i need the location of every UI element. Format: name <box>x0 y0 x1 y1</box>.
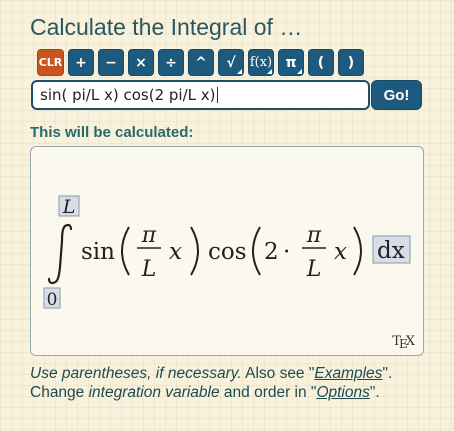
function-button[interactable]: f(x) <box>248 49 274 76</box>
two-coef: 2 <box>264 239 279 265</box>
go-button[interactable]: Go! <box>371 80 422 110</box>
pi-numerator-1: π <box>141 223 157 248</box>
hint-line-2: Change integration variable and order in… <box>30 383 440 402</box>
upper-limit: L <box>62 196 76 218</box>
clear-button-label: CLR <box>38 56 63 69</box>
hint-integration-variable: integration variable <box>88 384 220 401</box>
sqrt-button[interactable]: √ <box>218 49 244 76</box>
left-paren-1 <box>121 226 130 276</box>
formula-preview: L 0 sin π L x cos 2 · π L x dx TEX <box>30 146 424 356</box>
right-paren-1 <box>190 226 199 276</box>
submenu-indicator-icon <box>237 69 242 74</box>
sqrt-button-label: √ <box>226 54 236 71</box>
text-caret <box>217 87 219 103</box>
power-button-label: ^ <box>195 54 207 71</box>
left-paren-2 <box>252 226 261 276</box>
usage-hint: Use parentheses, if necessary. Also see … <box>30 364 440 402</box>
open-paren-button[interactable]: ( <box>308 49 334 76</box>
minus-button-label: − <box>105 54 117 71</box>
pi-button-label: π <box>285 54 297 71</box>
hint-text: ". <box>369 384 380 401</box>
right-paren-2 <box>353 226 362 276</box>
plus-button-label: + <box>75 54 87 71</box>
close-paren-button[interactable]: ) <box>338 49 364 76</box>
math-toolbar: CLR + − × ÷ ^ √ f(x) π () <box>37 49 364 76</box>
submenu-indicator-icon <box>297 69 302 74</box>
hint-text: and order in " <box>219 384 317 401</box>
hint-text: Change <box>30 384 89 401</box>
x-var-2: x <box>334 239 347 265</box>
hint-text: Also see " <box>241 365 315 382</box>
formula-svg: L 0 sin π L x cos 2 · π L x dx <box>43 195 411 310</box>
multiply-button-label: × <box>135 54 147 71</box>
hint-parentheses: Use parentheses, if necessary. <box>30 365 242 382</box>
power-button[interactable]: ^ <box>188 49 214 76</box>
options-link[interactable]: Options <box>316 384 369 401</box>
tex-logo-e: E <box>398 337 408 351</box>
hint-text: ". <box>382 365 393 382</box>
function-button-label: f(x) <box>249 55 273 70</box>
examples-link[interactable]: Examples <box>314 365 382 382</box>
function-input[interactable]: sin( pi/L x) cos(2 pi/L x) <box>31 80 370 110</box>
close-paren-button-label: ) <box>347 54 355 71</box>
dx-text: dx <box>377 238 405 264</box>
pi-numerator-2: π <box>306 223 322 248</box>
function-input-text: sin( pi/L x) cos(2 pi/L x) <box>40 86 216 104</box>
multiply-button[interactable]: × <box>128 49 154 76</box>
lower-limit: 0 <box>47 290 58 310</box>
hint-line-1: Use parentheses, if necessary. Also see … <box>30 364 440 383</box>
integral-sign <box>47 223 73 285</box>
sin-text: sin <box>81 239 115 265</box>
clear-button[interactable]: CLR <box>37 49 64 76</box>
divide-button-label: ÷ <box>165 54 177 71</box>
divide-button[interactable]: ÷ <box>158 49 184 76</box>
x-var-1: x <box>169 239 182 265</box>
preview-label: This will be calculated: <box>30 124 194 141</box>
plus-button[interactable]: + <box>68 49 94 76</box>
minus-button[interactable]: − <box>98 49 124 76</box>
open-paren-button-label: ( <box>317 54 325 71</box>
L-denominator-1: L <box>141 257 157 282</box>
tex-logo[interactable]: TEX <box>392 334 415 351</box>
cos-text: cos <box>208 239 247 265</box>
pi-button[interactable]: π <box>278 49 304 76</box>
submenu-indicator-icon <box>267 69 272 74</box>
L-denominator-2: L <box>306 257 322 282</box>
dot-operator: · <box>283 239 290 265</box>
page-title: Calculate the Integral of … <box>30 14 303 40</box>
